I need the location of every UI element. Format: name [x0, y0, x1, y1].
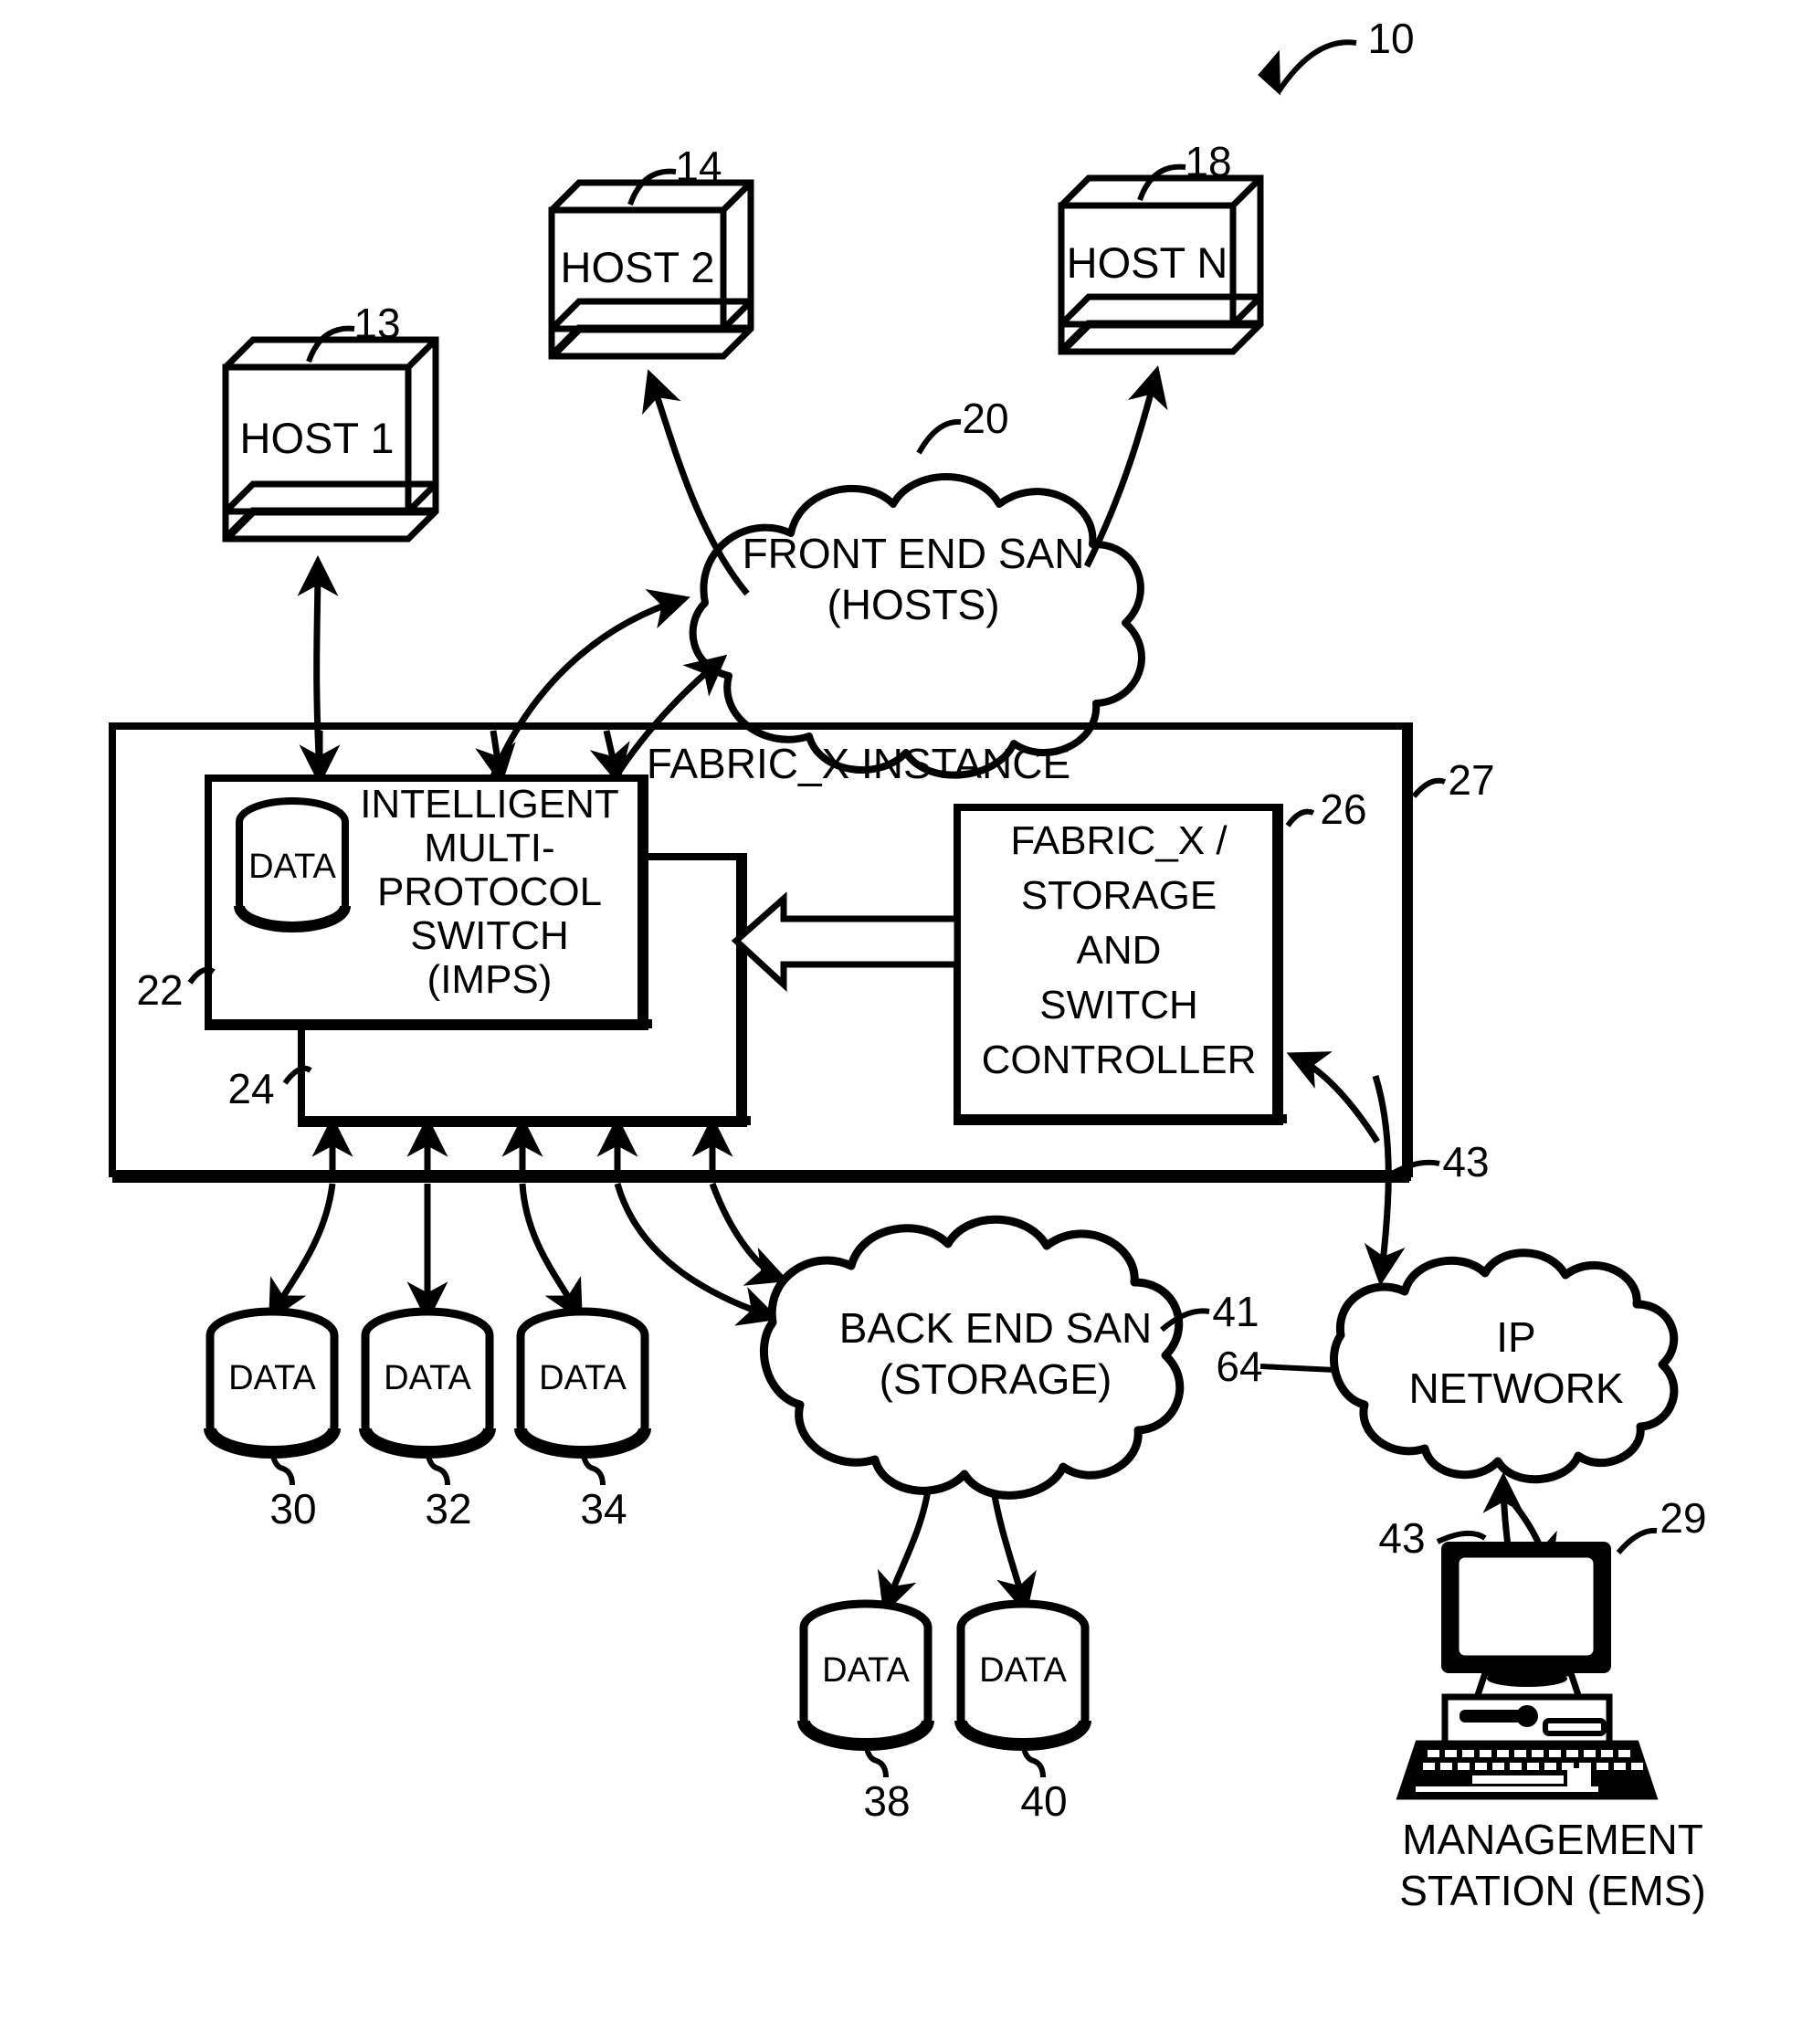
ip-network-label-line1: IP [1496, 1313, 1536, 1361]
link-to-data-30 [269, 1183, 336, 1322]
link-to-data-38 [877, 1490, 932, 1615]
controller-label-line4: SWITCH [1039, 983, 1198, 1027]
data-cylinder-40 [954, 1599, 1091, 1778]
backplane-port-arrows [311, 1115, 733, 1174]
data-32-ref: 32 [425, 1485, 472, 1533]
back-end-san-label-line1: BACK END SAN [838, 1304, 1153, 1352]
imps-data-label: DATA [248, 848, 336, 886]
imps-label-line4: SWITCH [410, 913, 569, 958]
leader-26 [1285, 808, 1315, 827]
arrowheads-into-imps [299, 730, 630, 786]
front-end-san-label-line2: (HOSTS) [827, 581, 1000, 628]
link-to-backend-san-b [709, 1182, 789, 1286]
figure-reference-number: 10 [1367, 15, 1415, 62]
data-30-ref: 30 [269, 1485, 317, 1533]
imps-label-line1: INTELLIGENT [360, 782, 619, 827]
link-to-data-40 [990, 1490, 1037, 1615]
fabric-x-instance-ref: 27 [1448, 756, 1495, 804]
link-to-data-34 [519, 1183, 583, 1322]
link-ref-ip-ems: 43 [1378, 1514, 1426, 1562]
management-station-ref: 29 [1660, 1494, 1707, 1542]
controller-label-line1: FABRIC_X / [1010, 818, 1228, 863]
data-40-ref: 40 [1020, 1777, 1068, 1825]
controller-label-line2: STORAGE [1020, 873, 1217, 918]
data-38-label: DATA [822, 1651, 910, 1690]
host-2-ref: 14 [675, 142, 722, 190]
data-cylinder-30 [204, 1307, 341, 1486]
host-1-ref: 13 [353, 300, 401, 347]
ip-network-label-line2: NETWORK [1408, 1364, 1624, 1412]
data-34-ref: 34 [580, 1485, 627, 1533]
host-n-label: HOST N [1066, 238, 1228, 287]
diagram-vector-layer [109, 39, 1679, 1800]
host-2-label: HOST 2 [560, 243, 715, 291]
management-station-computer-icon [1396, 1542, 1659, 1800]
management-station-label-line1: MANAGEMENT [1402, 1816, 1703, 1863]
data-cylinder-34 [514, 1307, 651, 1486]
imps-label-line2: MULTI- [424, 826, 555, 870]
back-end-san-label-line2: (STORAGE) [879, 1355, 1112, 1403]
imps-ref: 22 [136, 966, 184, 1014]
controller-ref: 26 [1320, 785, 1367, 833]
arrow-ip-to-controller [1286, 1051, 1380, 1143]
controller-label-line5: CONTROLLER [981, 1038, 1257, 1082]
leader-10 [1276, 39, 1357, 93]
front-end-san-ref: 20 [962, 395, 1009, 442]
management-station-label-line2: STATION (EMS) [1399, 1867, 1706, 1914]
host-n-ref: 18 [1185, 138, 1232, 185]
data-cylinder-32 [359, 1307, 496, 1486]
leader-43-bottom [1436, 1530, 1487, 1544]
fabric-x-instance-title: FABRIC_X INSTANCE [646, 740, 1071, 787]
link-ref-controller-ip: 43 [1442, 1138, 1490, 1185]
leader-64 [1259, 1364, 1336, 1373]
data-32-label: DATA [384, 1359, 471, 1397]
backplane-ref: 24 [227, 1065, 275, 1112]
data-34-label: DATA [539, 1359, 627, 1397]
patent-figure: 10 HOST 1 13 HOST 2 14 HOST N 18 FRONT E… [0, 0, 1802, 2044]
imps-label-line5: (IMPS) [427, 957, 553, 1002]
block-arrow-controller-to-imps [731, 891, 961, 992]
back-end-san-ref: 41 [1212, 1288, 1259, 1335]
controller-label-line3: AND [1076, 928, 1162, 973]
data-30-label: DATA [228, 1359, 316, 1397]
data-cylinder-38 [797, 1599, 934, 1778]
imps-label-line3: PROTOCOL [376, 869, 603, 914]
host-1-label: HOST 1 [239, 414, 395, 462]
front-end-san-label-line1: FRONT END SAN [742, 530, 1085, 577]
data-40-label: DATA [979, 1651, 1067, 1690]
ip-network-ref: 64 [1216, 1343, 1263, 1390]
data-38-ref: 38 [863, 1777, 911, 1825]
